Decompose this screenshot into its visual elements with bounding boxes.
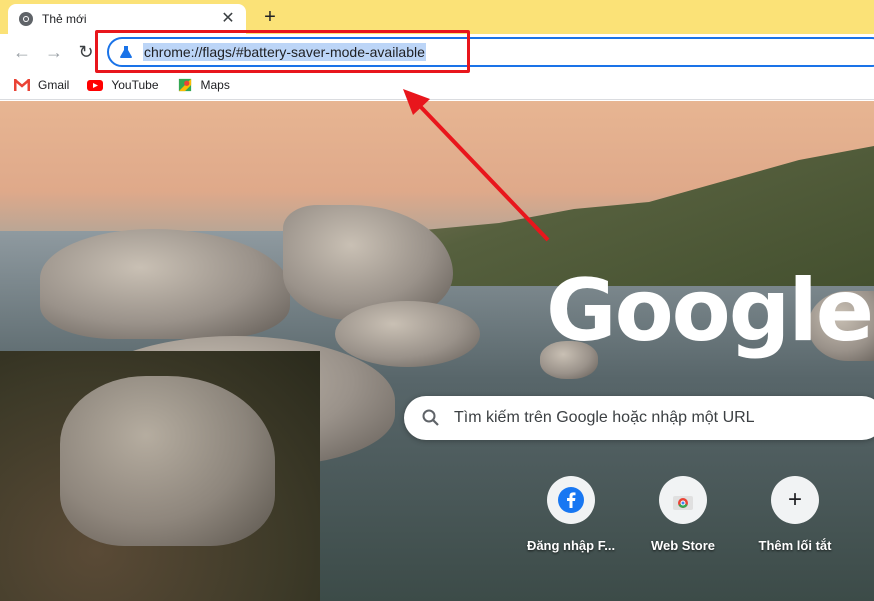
- shortcuts: Đăng nhập F... Web Store + Thêm lối tắt: [0, 476, 874, 566]
- back-button[interactable]: ←: [10, 40, 34, 64]
- search-box[interactable]: Tìm kiếm trên Google hoặc nhập một URL: [404, 396, 874, 440]
- forward-button[interactable]: →: [42, 40, 66, 64]
- chrome-web-store-icon: [673, 496, 693, 510]
- bookmark-gmail[interactable]: Gmail: [14, 78, 69, 92]
- bookmark-youtube[interactable]: YouTube: [87, 77, 159, 92]
- tab-title: Thẻ mới: [42, 12, 87, 26]
- gmail-icon: [14, 78, 30, 91]
- shortcut-web-store[interactable]: Web Store: [627, 476, 739, 553]
- new-tab-button[interactable]: +: [260, 7, 280, 27]
- bookmark-label: Maps: [200, 77, 230, 92]
- new-tab-page: Google Tìm kiếm trên Google hoặc nhập mộ…: [0, 101, 874, 601]
- maps-icon: [178, 78, 191, 91]
- youtube-icon: [87, 79, 104, 91]
- shortcut-facebook[interactable]: Đăng nhập F...: [515, 476, 627, 553]
- bookmark-label: YouTube: [111, 77, 159, 92]
- tab-strip: Thẻ mới ✕ +: [0, 0, 874, 34]
- bookmark-label: Gmail: [38, 77, 70, 92]
- annotation-highlight-box: [95, 30, 470, 73]
- close-icon[interactable]: ✕: [220, 11, 236, 27]
- shortcut-label: Thêm lối tắt: [758, 538, 832, 553]
- background-rock: [335, 301, 480, 367]
- add-shortcut-button[interactable]: + Thêm lối tắt: [739, 476, 851, 553]
- shortcut-label: Đăng nhập F...: [526, 538, 616, 553]
- arrow-left-icon: ←: [13, 42, 31, 62]
- arrow-right-icon: →: [45, 42, 63, 62]
- shortcut-label: Web Store: [650, 538, 716, 553]
- shortcut-icon-circle: [547, 476, 595, 524]
- plus-icon: +: [787, 486, 802, 513]
- shortcut-icon-circle: +: [771, 476, 819, 524]
- search-placeholder: Tìm kiếm trên Google hoặc nhập một URL: [454, 409, 755, 426]
- shortcut-icon-circle: [659, 476, 707, 524]
- facebook-icon: [558, 487, 584, 513]
- bookmarks-bar: Gmail YouTube Maps: [0, 70, 874, 100]
- search-icon: [422, 409, 439, 426]
- reload-icon: ↻: [78, 42, 94, 62]
- bookmark-maps[interactable]: Maps: [177, 78, 230, 92]
- google-logo: Google: [546, 261, 874, 361]
- chrome-icon: [19, 12, 33, 26]
